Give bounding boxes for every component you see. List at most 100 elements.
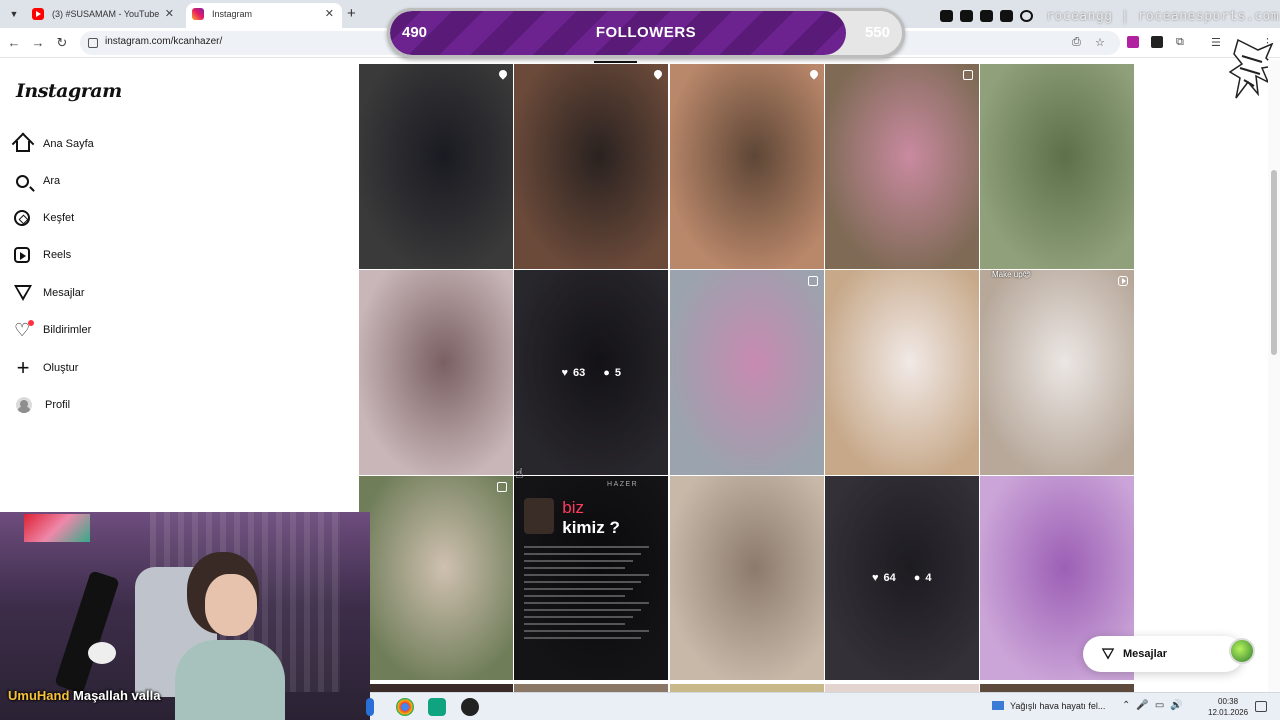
wall-poster — [24, 514, 90, 542]
sidebar-item-home[interactable]: Ana Sayfa — [14, 132, 214, 156]
instagram-icon — [1020, 10, 1033, 22]
carousel-icon — [497, 482, 507, 492]
taskbar-app-icon[interactable] — [366, 698, 374, 716]
sidebar-item-create[interactable]: + Oluştur — [14, 356, 214, 380]
chrome-icon[interactable] — [396, 698, 414, 716]
tab-search-chevron-icon[interactable]: ▼ — [6, 6, 22, 22]
streamer-face — [205, 574, 257, 636]
notification-icon[interactable] — [1255, 701, 1267, 712]
post-caption-tag: Make up😍 — [992, 270, 1032, 279]
weather-widget[interactable]: Yağışlı hava hayatı fel... — [992, 701, 1105, 711]
post-text-line — [524, 574, 650, 576]
sidebar-item-reels[interactable]: Reels — [14, 243, 214, 267]
tab-title: Instagram — [212, 9, 253, 19]
forward-icon[interactable]: → — [30, 35, 46, 50]
tab-youtube[interactable]: (3) #SUSAMAM - YouTube ✕ — [26, 3, 182, 28]
sidebar-item-label: Reels — [43, 249, 72, 261]
heart-icon: ♥ — [561, 366, 568, 379]
sidebar-item-messages[interactable]: Mesajlar — [14, 281, 214, 305]
url-text[interactable]: instagram.com/kcanhazer/ — [105, 36, 222, 47]
send-icon — [14, 285, 32, 301]
system-tray-icons[interactable]: ⌃🎤▭🔊 — [1122, 700, 1189, 711]
bookmark-star-icon[interactable]: ☆ — [1095, 36, 1105, 49]
site-info-icon[interactable] — [88, 38, 98, 48]
desk-lamp — [88, 642, 116, 664]
sidebar-item-notifications[interactable]: ♡ Bildirimler — [14, 318, 214, 342]
post-text-line — [524, 630, 650, 632]
close-icon[interactable]: ✕ — [165, 3, 174, 25]
instagram-logo[interactable]: Instagram — [16, 80, 122, 102]
likes-count-group: ♥ 63 — [561, 367, 585, 379]
post-thumbnail[interactable] — [669, 64, 824, 269]
comments-count-group: ● 4 — [914, 572, 932, 584]
pinned-icon — [497, 68, 509, 80]
tab-title: (3) #SUSAMAM - YouTube — [52, 9, 160, 19]
notification-dot — [28, 320, 34, 326]
social-icons — [940, 8, 1033, 24]
post-thumbnail[interactable] — [359, 270, 513, 475]
extensions-puzzle-icon[interactable]: ⧉ — [1176, 36, 1184, 49]
carousel-icon — [962, 70, 973, 80]
post-thumbnail[interactable] — [980, 64, 1134, 269]
extension-icon[interactable] — [1127, 36, 1139, 48]
chat-message: UmuHand Maşallah valla — [8, 688, 160, 703]
pinned-icon — [807, 68, 820, 80]
page-scrollbar[interactable] — [1268, 60, 1280, 692]
post-thumbnail[interactable] — [359, 64, 513, 269]
comments-count: 5 — [614, 366, 622, 379]
close-icon[interactable]: ✕ — [325, 3, 334, 25]
sidebar-item-label: Bildirimler — [43, 324, 92, 336]
back-icon[interactable]: ← — [6, 35, 22, 50]
post-title-accent: biz — [562, 498, 584, 517]
post-thumbnail[interactable] — [824, 270, 979, 475]
avatar — [524, 498, 555, 534]
kick-icon — [980, 10, 993, 22]
likes-count: 64 — [883, 572, 896, 584]
obs-icon[interactable] — [461, 698, 479, 716]
post-thumbnail[interactable] — [669, 476, 824, 680]
taskbar-clock[interactable]: 00:38 12.01.2026 — [1208, 696, 1248, 718]
drink-sticker-icon — [1229, 638, 1255, 664]
install-icon[interactable]: ⎙ — [1072, 36, 1081, 49]
sidebar-item-label: Ara — [43, 175, 61, 187]
post-thumbnail[interactable]: ♥ 64 ● 4 — [824, 476, 979, 680]
new-tab-button[interactable]: + — [347, 5, 356, 22]
goal-end: 550 — [864, 24, 890, 41]
tab-instagram[interactable]: Instagram ✕ — [186, 3, 342, 28]
windows-taskbar: Yağışlı hava hayatı fel... ⌃🎤▭🔊 00:38 12… — [366, 692, 1280, 720]
chat-text: Maşallah valla — [73, 688, 161, 703]
post-text-line — [524, 609, 642, 611]
extension-icon[interactable] — [1151, 36, 1163, 48]
post-text-line — [524, 567, 626, 569]
post-thumbnail[interactable] — [669, 270, 824, 475]
search-icon — [16, 174, 29, 188]
send-icon — [1101, 648, 1115, 660]
streamer-body — [175, 640, 285, 720]
scrollbar-thumb[interactable] — [1271, 170, 1277, 355]
heart-icon: ♥ — [871, 572, 879, 584]
sidebar-item-label: Oluştur — [43, 362, 79, 374]
clock-time: 00:38 — [1218, 697, 1239, 706]
sidebar-item-search[interactable]: Ara — [14, 169, 214, 193]
sidebar-item-label: Mesajlar — [43, 287, 85, 299]
sidebar-item-profile[interactable]: Profil — [14, 393, 214, 417]
post-text-line — [524, 602, 650, 604]
post-text-line — [524, 553, 642, 555]
taskbar-app-icon[interactable] — [428, 698, 446, 716]
sidebar-item-explore[interactable]: Keşfet — [14, 206, 214, 230]
sidebar-item-label: Ana Sayfa — [43, 138, 94, 150]
reading-list-icon[interactable]: ☰ — [1211, 36, 1221, 49]
posts-grid: ♥ 63 ● 5 Make up😍 HAZER biz kimiz ? ♥ 64 ● 4 — [359, 64, 1134, 704]
post-thumbnail[interactable] — [824, 64, 979, 269]
post-thumbnail[interactable] — [359, 476, 513, 680]
post-thumbnail[interactable] — [514, 64, 669, 269]
post-thumbnail[interactable]: ♥ 63 ● 5 — [514, 270, 669, 475]
youtube-icon — [940, 10, 953, 22]
chat-username: UmuHand — [8, 688, 70, 703]
messages-popup-button[interactable]: Mesajlar — [1083, 636, 1255, 672]
home-icon — [16, 141, 30, 152]
post-thumbnail[interactable]: Make up😍 — [980, 270, 1134, 475]
post-thumbnail[interactable]: HAZER biz kimiz ? — [514, 476, 669, 680]
post-text-line — [524, 546, 650, 548]
reload-icon[interactable]: ↻ — [54, 35, 70, 51]
